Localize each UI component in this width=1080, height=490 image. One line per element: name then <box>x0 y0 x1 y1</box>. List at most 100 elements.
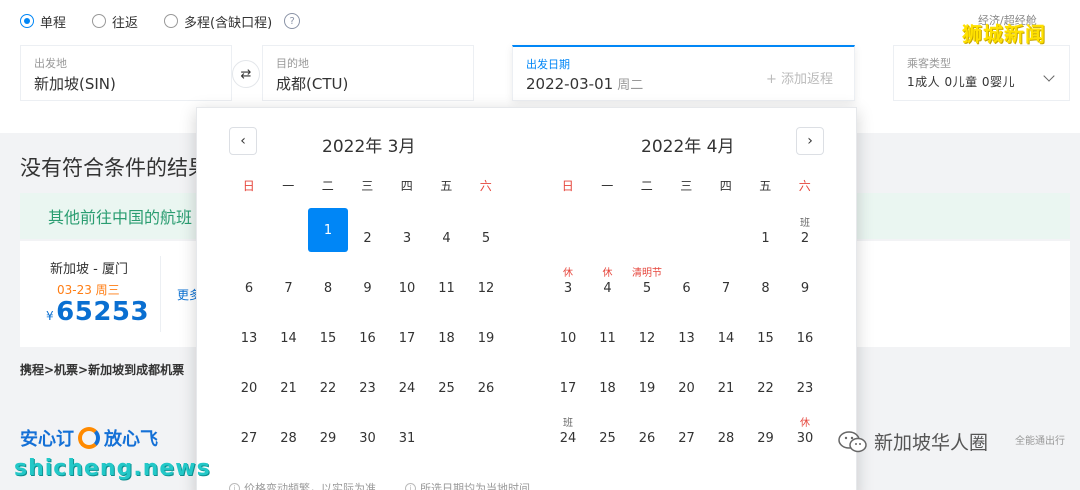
alt-date: 03-23 周三 <box>57 283 120 297</box>
calendar-day[interactable]: 4 <box>427 208 467 252</box>
calendar-day[interactable]: 22 <box>308 358 348 402</box>
calendar-day[interactable]: 12 <box>627 308 667 352</box>
day-number: 15 <box>319 331 337 346</box>
day-number: 14 <box>717 331 735 346</box>
calendar-day[interactable]: 21 <box>269 358 309 402</box>
calendar-day[interactable]: 16 <box>348 308 388 352</box>
calendar-day[interactable]: 3 <box>387 208 427 252</box>
promo-left-text: 安心订 <box>20 429 74 450</box>
alt-price[interactable]: ¥65253 <box>46 297 149 327</box>
calendar-day[interactable]: 17 <box>387 308 427 352</box>
calendar-day[interactable]: 班 24 <box>548 408 588 452</box>
calendar-day[interactable]: 26 <box>627 408 667 452</box>
calendar-day[interactable]: 9 <box>785 258 825 302</box>
day-number: 5 <box>642 281 652 296</box>
calendar-day[interactable]: 休4 <box>588 258 628 302</box>
departure-date-value: 2022-03-01 周二 <box>526 74 643 93</box>
destination-field[interactable]: 目的地 成都(CTU) <box>262 45 474 101</box>
destination-value: 成都(CTU) <box>276 75 349 93</box>
calendar-day[interactable]: 28 <box>269 408 309 452</box>
calendar-day[interactable]: 8 <box>308 258 348 302</box>
calendar-day[interactable]: 11 <box>588 308 628 352</box>
month-title-march: 2022年 3月 <box>322 137 416 157</box>
day-number: 27 <box>678 431 695 446</box>
calendar-day[interactable]: 10 <box>387 258 427 302</box>
calendar-day[interactable]: 17 <box>548 358 588 402</box>
day-number: 4 <box>603 281 612 296</box>
alt-route[interactable]: 新加坡 - 厦门 <box>50 258 128 277</box>
calendar-day[interactable]: 19 <box>627 358 667 402</box>
info-icon: i <box>405 482 416 490</box>
calendar-day[interactable]: 23 <box>348 358 388 402</box>
day-number: 5 <box>481 231 491 246</box>
calendar-day[interactable]: 18 <box>427 308 467 352</box>
calendar-day[interactable]: 休3 <box>548 258 588 302</box>
calendar-day-selected[interactable]: 1 <box>308 208 348 252</box>
calendar-day[interactable]: 13 <box>667 308 707 352</box>
day-holiday-tag: 清明节 <box>632 268 662 279</box>
calendar-day[interactable]: 班2 <box>785 208 825 252</box>
calendar-day[interactable]: 25 <box>427 358 467 402</box>
calendar-day[interactable]: 19 <box>466 308 506 352</box>
calendar-day[interactable]: 23 <box>785 358 825 402</box>
calendar-day[interactable]: 8 <box>746 258 786 302</box>
calendar-day[interactable]: 27 <box>229 408 269 452</box>
passenger-type-value: 1成人 0儿童 0婴儿 <box>907 75 1016 89</box>
calendar-day[interactable]: 15 <box>308 308 348 352</box>
day-number: 17 <box>398 331 416 346</box>
calendar-day[interactable]: 1 <box>746 208 786 252</box>
calendar-day[interactable]: 29 <box>746 408 786 452</box>
departure-date-field[interactable]: 出发日期 2022-03-01 周二 + 添加返程 <box>512 45 855 101</box>
trip-type-multi-city[interactable]: 多程(含缺口程) <box>164 12 272 31</box>
calendar-day[interactable]: 14 <box>269 308 309 352</box>
day-number: 1 <box>761 231 770 246</box>
calendar-day[interactable]: 20 <box>229 358 269 402</box>
departure-field[interactable]: 出发地 新加坡(SIN) <box>20 45 232 101</box>
calendar-day[interactable]: 18 <box>588 358 628 402</box>
calendar-day[interactable]: 31 <box>387 408 427 452</box>
add-return-button[interactable]: + 添加返程 <box>766 68 833 87</box>
weekday-header: 日 <box>242 179 255 193</box>
breadcrumb[interactable]: 携程>机票>新加坡到成都机票 <box>20 361 184 378</box>
calendar-day[interactable]: 清明节 5 <box>627 258 667 302</box>
calendar-day[interactable]: 28 <box>706 408 746 452</box>
calendar-day[interactable]: 休 30 <box>785 408 825 452</box>
calendar-day[interactable]: 2 <box>348 208 388 252</box>
calendar-day[interactable]: 6 <box>667 258 707 302</box>
prev-month-button[interactable]: ‹ <box>229 127 257 155</box>
next-month-button[interactable]: › <box>796 127 824 155</box>
calendar-day[interactable]: 21 <box>706 358 746 402</box>
help-icon[interactable]: ? <box>284 13 301 29</box>
calendar-day[interactable]: 9 <box>348 258 388 302</box>
trip-type-round-trip[interactable]: 往返 <box>92 12 138 31</box>
calendar-day[interactable]: 29 <box>308 408 348 452</box>
trip-type-one-way[interactable]: 单程 <box>20 12 66 31</box>
calendar-day[interactable]: 24 <box>387 358 427 402</box>
calendar-day[interactable]: 14 <box>706 308 746 352</box>
calendar-day[interactable]: 20 <box>667 358 707 402</box>
calendar-day[interactable]: 16 <box>785 308 825 352</box>
calendar-day[interactable]: 22 <box>746 358 786 402</box>
calendar-day[interactable]: 25 <box>588 408 628 452</box>
day-number: 3 <box>563 281 573 296</box>
swap-cities-button[interactable]: ⇄ <box>232 60 260 88</box>
passenger-type-field[interactable]: 乘客类型 1成人 0儿童 0婴儿 <box>893 45 1070 101</box>
weekday-header: 一 <box>601 179 614 193</box>
no-result-title: 没有符合条件的结果 <box>20 156 209 180</box>
calendar-day[interactable]: 27 <box>667 408 707 452</box>
calendar-day[interactable]: 15 <box>746 308 786 352</box>
calendar-day[interactable]: 13 <box>229 308 269 352</box>
calendar-day[interactable]: 7 <box>269 258 309 302</box>
weekday-header: 五 <box>759 179 772 193</box>
calendar-day[interactable]: 7 <box>706 258 746 302</box>
calendar-day[interactable]: 30 <box>348 408 388 452</box>
calendar-day[interactable]: 6 <box>229 258 269 302</box>
calendar-day[interactable]: 5 <box>466 208 506 252</box>
calendar-day[interactable]: 10 <box>548 308 588 352</box>
calendar-day[interactable]: 26 <box>466 358 506 402</box>
day-holiday-tag: 班 <box>800 218 810 229</box>
promo-logo: 安心订 放心飞 <box>20 425 158 451</box>
day-number: 27 <box>240 431 258 446</box>
calendar-day[interactable]: 11 <box>427 258 467 302</box>
calendar-day[interactable]: 12 <box>466 258 506 302</box>
